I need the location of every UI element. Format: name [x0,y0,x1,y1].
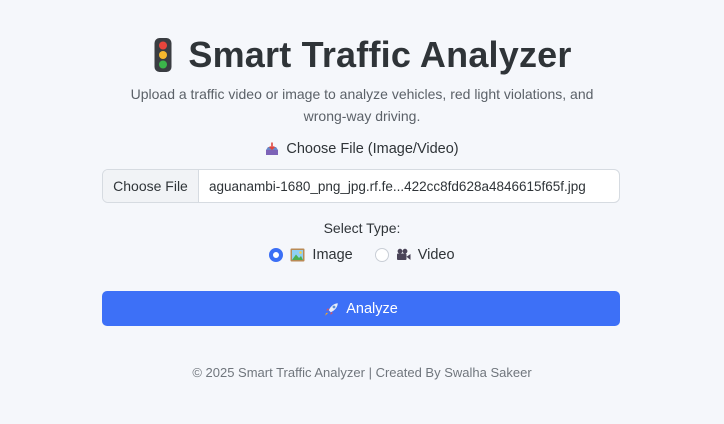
rocket-icon [324,302,339,316]
selected-file-name: aguanambi-1680_png_jpg.rf.fe...422cc8fd6… [209,178,586,194]
analyze-button[interactable]: Analyze [102,291,620,326]
inbox-tray-icon [265,142,279,156]
page-title: Smart Traffic Analyzer [188,34,572,75]
file-upload-label: Choose File (Image/Video) [0,141,724,157]
picture-icon [290,248,305,262]
analyze-button-label: Analyze [346,300,398,317]
radio-video[interactable] [374,248,389,262]
type-radio-group: Image Video [0,247,724,263]
file-upload-label-text: Choose File (Image/Video) [286,141,459,157]
radio-image-label: Image [312,247,353,263]
radio-image[interactable] [269,248,284,262]
radio-option-image[interactable]: Image [269,247,353,263]
page-subtitle: Upload a traffic video or image to analy… [130,86,594,124]
file-input[interactable]: Choose File aguanambi-1680_png_jpg.rf.fe… [102,169,620,203]
header: Smart Traffic Analyzer [0,34,724,76]
traffic-light-icon [152,35,174,75]
choose-file-button[interactable]: Choose File [103,170,199,202]
footer: © 2025 Smart Traffic Analyzer | Created … [192,365,532,380]
radio-option-video[interactable]: Video [374,247,455,263]
page: Smart Traffic Analyzer Upload a traffic … [0,0,724,424]
radio-video-label: Video [417,247,455,263]
movie-camera-icon [396,248,411,262]
select-type-label: Select Type: [323,220,401,236]
